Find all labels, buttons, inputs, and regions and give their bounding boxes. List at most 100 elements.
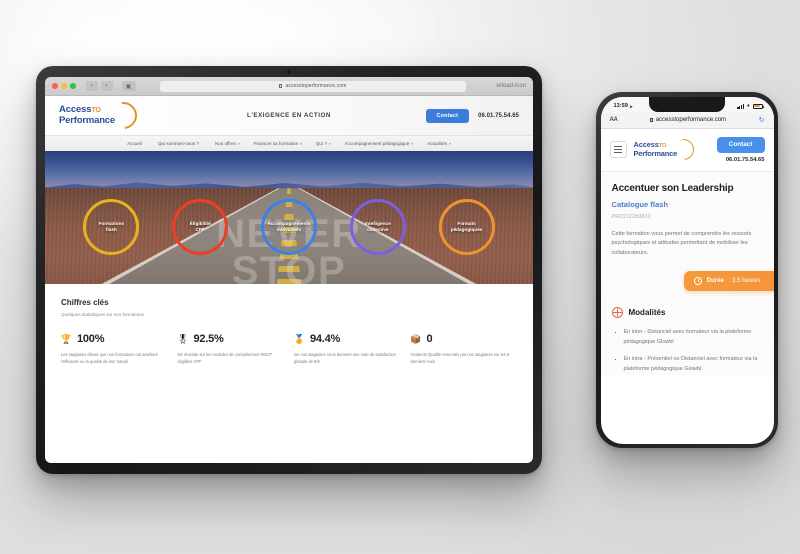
- phone-notch: [649, 96, 725, 112]
- hero-banner: Never Stop Formations flash Éligibilité CP…: [45, 151, 533, 284]
- phone-url-text: accesstoperformance.com: [655, 117, 727, 123]
- course-description: Cette formation vous permet de comprendr…: [611, 230, 752, 257]
- tablet-address-bar[interactable]: accesstoperformance.com: [159, 80, 467, 92]
- back-icon[interactable]: ‹: [85, 81, 98, 91]
- header-phone-number[interactable]: 06.01.75.54.65: [478, 113, 519, 119]
- list-item: En inter - Distanciel avec formateur via…: [624, 328, 763, 348]
- stat-card: 🎖 92.5% De réussite sur les modules de c…: [177, 333, 285, 366]
- cellular-signal-icon: [737, 103, 745, 109]
- stat-description: De réussite sur les modules de compétenc…: [177, 352, 272, 364]
- minimize-icon[interactable]: [61, 83, 67, 89]
- nav-label: Qui sommes-nous ?: [158, 141, 200, 146]
- phone-page-content: Accentuer son Leadership Catalogue flash…: [600, 171, 774, 375]
- site-logo[interactable]: AccessTO Performance: [59, 96, 143, 134]
- nav-item-qui[interactable]: Qui ? ▾: [316, 141, 331, 146]
- tablet-device: ‹ › ▣ accesstoperformance.com reload-ico…: [36, 66, 542, 474]
- chevron-down-icon: ▾: [411, 141, 414, 146]
- maximize-icon[interactable]: [70, 83, 76, 89]
- duration-badge: Durée : 3.5 heures: [683, 270, 774, 291]
- tablet-screen: ‹ › ▣ accesstoperformance.com reload-ico…: [45, 77, 533, 463]
- stat-description: Les stagiaires disent que nos formations…: [61, 352, 158, 364]
- phone-browser-bar: AA accesstoperformance.com ↻: [600, 112, 774, 129]
- tablet-browser-chrome: ‹ › ▣ accesstoperformance.com reload-ico…: [45, 77, 533, 96]
- stat-value: 0: [426, 333, 433, 345]
- stat-value: 100%: [77, 333, 105, 345]
- nav-label: Accueil: [127, 141, 142, 146]
- circle-badge-intelligence-collective[interactable]: Intelligence collective: [349, 199, 406, 255]
- wifi-icon: ◕: [746, 103, 750, 109]
- nav-item-accueil[interactable]: Accueil: [127, 141, 144, 146]
- lock-icon: [279, 84, 283, 88]
- nav-label: Actualités: [427, 141, 448, 146]
- window-controls[interactable]: [52, 83, 76, 89]
- key-figures-section: Chiffres clés Quelques statistiques sur …: [45, 284, 533, 366]
- chevron-down-icon: ▾: [300, 141, 302, 146]
- stat-header: 🏅 94.4%: [294, 333, 401, 345]
- stat-value: 94.4%: [310, 333, 341, 345]
- nav-item-financer-sa-formation[interactable]: Financer sa formation ▾: [254, 141, 302, 146]
- nav-item-actualites[interactable]: Actualités ▾: [427, 141, 451, 146]
- reload-icon[interactable]: reload-icon: [496, 83, 526, 89]
- key-figures-title: Chiffres clés: [61, 298, 109, 307]
- duration-label: Durée: [706, 277, 724, 284]
- logo-arc-icon: [104, 96, 143, 134]
- list-item: En intra - Présentiel ou Distanciel avec…: [624, 355, 763, 375]
- header-actions: Contact 06.01.75.54.65: [425, 108, 520, 123]
- header-phone-number[interactable]: 06.01.75.54.65: [726, 157, 765, 163]
- circle-badge-formats-pedagogiques[interactable]: Formats pédagogiques: [438, 199, 495, 255]
- stat-card: 🏅 94.4% De nos stagiaires nous donnent u…: [294, 333, 401, 366]
- circle-badge-eligibilite-cpf[interactable]: Éligibilité CPF: [172, 199, 229, 255]
- logo-to-text: TO: [91, 107, 101, 115]
- page-title: Accentuer son Leadership: [611, 182, 734, 194]
- reload-icon[interactable]: ↻: [759, 116, 765, 124]
- text-size-icon[interactable]: AA: [610, 117, 618, 123]
- medal-icon: 🎖: [177, 333, 189, 344]
- stat-value: 92.5%: [193, 333, 224, 345]
- stat-card: 🏆 100% Les stagiaires disent que nos for…: [61, 333, 168, 366]
- award-icon: 🏅: [293, 333, 306, 344]
- forward-icon[interactable]: ›: [100, 81, 113, 91]
- key-figures-row: 🏆 100% Les stagiaires disent que nos for…: [61, 333, 517, 366]
- catalogue-link[interactable]: Catalogue flash: [612, 200, 763, 209]
- stat-header: 🏆 100%: [61, 333, 168, 345]
- phone-site-logo[interactable]: AccessTO Performance: [634, 134, 698, 164]
- clock-icon: [693, 276, 702, 285]
- browser-nav-buttons[interactable]: ‹ ›: [85, 81, 113, 91]
- lock-icon: [650, 117, 654, 123]
- stat-card: 📦 0 Incidents Qualité remontés par nos s…: [410, 333, 518, 366]
- nav-item-accompagnement-pedagogique[interactable]: Accompagnement pédagogique ▾: [345, 141, 413, 146]
- nav-item-qui-sommes-nous[interactable]: Qui sommes-nous ?: [158, 141, 201, 146]
- trophy-icon: 🏆: [60, 333, 73, 344]
- contact-button[interactable]: Contact: [716, 136, 765, 153]
- nav-label: Accompagnement pédagogique: [344, 141, 410, 146]
- modalities-title: Modalités: [628, 307, 666, 317]
- status-indicators: ◕: [737, 103, 764, 109]
- chevron-down-icon: ▾: [237, 141, 240, 146]
- key-figures-subtitle: Quelques statistiques sur nos formations: [61, 312, 144, 317]
- duration-row: Durée : 3.5 heures: [612, 270, 774, 291]
- battery-icon: [752, 103, 764, 109]
- tabs-overview-icon[interactable]: ▣: [121, 81, 136, 91]
- modalities-list: En inter - Distanciel avec formateur via…: [612, 328, 763, 375]
- box-icon: 📦: [410, 333, 422, 344]
- logo-arc-icon: [668, 134, 698, 164]
- location-arrow-icon: ➤: [629, 103, 633, 109]
- reference-code: PR2912280820: [611, 213, 651, 220]
- circle-badge-formations-flash[interactable]: Formations flash: [83, 199, 140, 255]
- phone-address-bar[interactable]: accesstoperformance.com: [622, 117, 753, 123]
- stat-description: De nos stagiaires nous donnent une note …: [294, 352, 396, 364]
- close-icon[interactable]: [52, 83, 58, 89]
- hero-circle-badges: Formations flash Éligibilité CPF Accompagn…: [45, 199, 533, 255]
- phone-header-actions: Contact 06.01.75.54.65: [716, 136, 765, 163]
- contact-button[interactable]: Contact: [425, 108, 470, 123]
- modalities-header: Modalités: [611, 306, 763, 318]
- status-time: 13:59: [613, 103, 628, 109]
- phone-screen: 13:59 ➤ ◕ AA accesstoperformance.com ↻ A…: [600, 96, 774, 444]
- hamburger-icon[interactable]: [609, 141, 627, 158]
- nav-label: Qui ?: [315, 141, 327, 146]
- tablet-site-header: AccessTO Performance L'EXIGENCE EN ACTIO…: [45, 96, 533, 135]
- nav-label: Nos offres: [215, 141, 236, 146]
- tablet-url-text: accesstoperformance.com: [285, 83, 347, 89]
- nav-item-nos-offres[interactable]: Nos offres ▾: [215, 141, 240, 146]
- circle-badge-accompagnements-individuels[interactable]: Accompagnements individuels: [260, 199, 317, 255]
